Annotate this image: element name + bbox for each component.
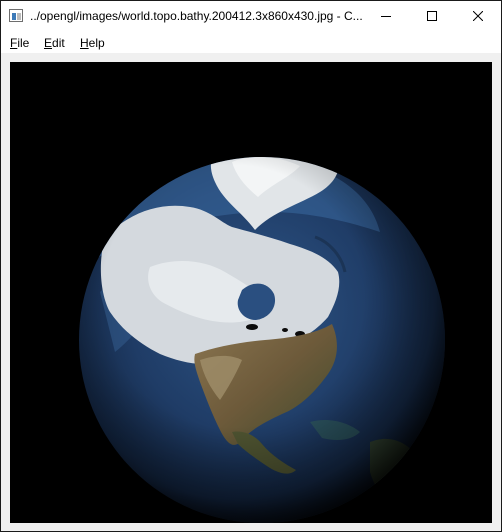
title-bar[interactable]: ../opengl/images/world.topo.bathy.200412… — [1, 1, 501, 32]
close-icon — [473, 11, 483, 21]
menu-file-label: ile — [17, 36, 30, 50]
app-icon[interactable] — [9, 9, 23, 22]
opengl-viewport[interactable] — [10, 62, 492, 523]
minimize-button[interactable] — [363, 1, 409, 32]
menu-edit[interactable]: Edit — [43, 35, 66, 51]
client-area — [1, 53, 501, 531]
menu-file[interactable]: File — [9, 35, 30, 51]
menu-edit-mnemonic: E — [44, 36, 53, 50]
globe — [79, 157, 445, 523]
minimize-icon — [381, 16, 391, 17]
close-button[interactable] — [455, 1, 501, 32]
menu-help-label: elp — [88, 36, 105, 50]
app-window: ../opengl/images/world.topo.bathy.200412… — [0, 0, 502, 532]
maximize-button[interactable] — [409, 1, 455, 32]
window-title: ../opengl/images/world.topo.bathy.200412… — [30, 9, 363, 23]
globe-render — [79, 157, 445, 523]
menu-edit-label: dit — [52, 36, 65, 50]
maximize-icon — [427, 11, 437, 21]
menu-help-mnemonic: H — [80, 36, 89, 50]
menu-help[interactable]: Help — [79, 35, 106, 51]
menu-bar: File Edit Help — [1, 32, 501, 53]
